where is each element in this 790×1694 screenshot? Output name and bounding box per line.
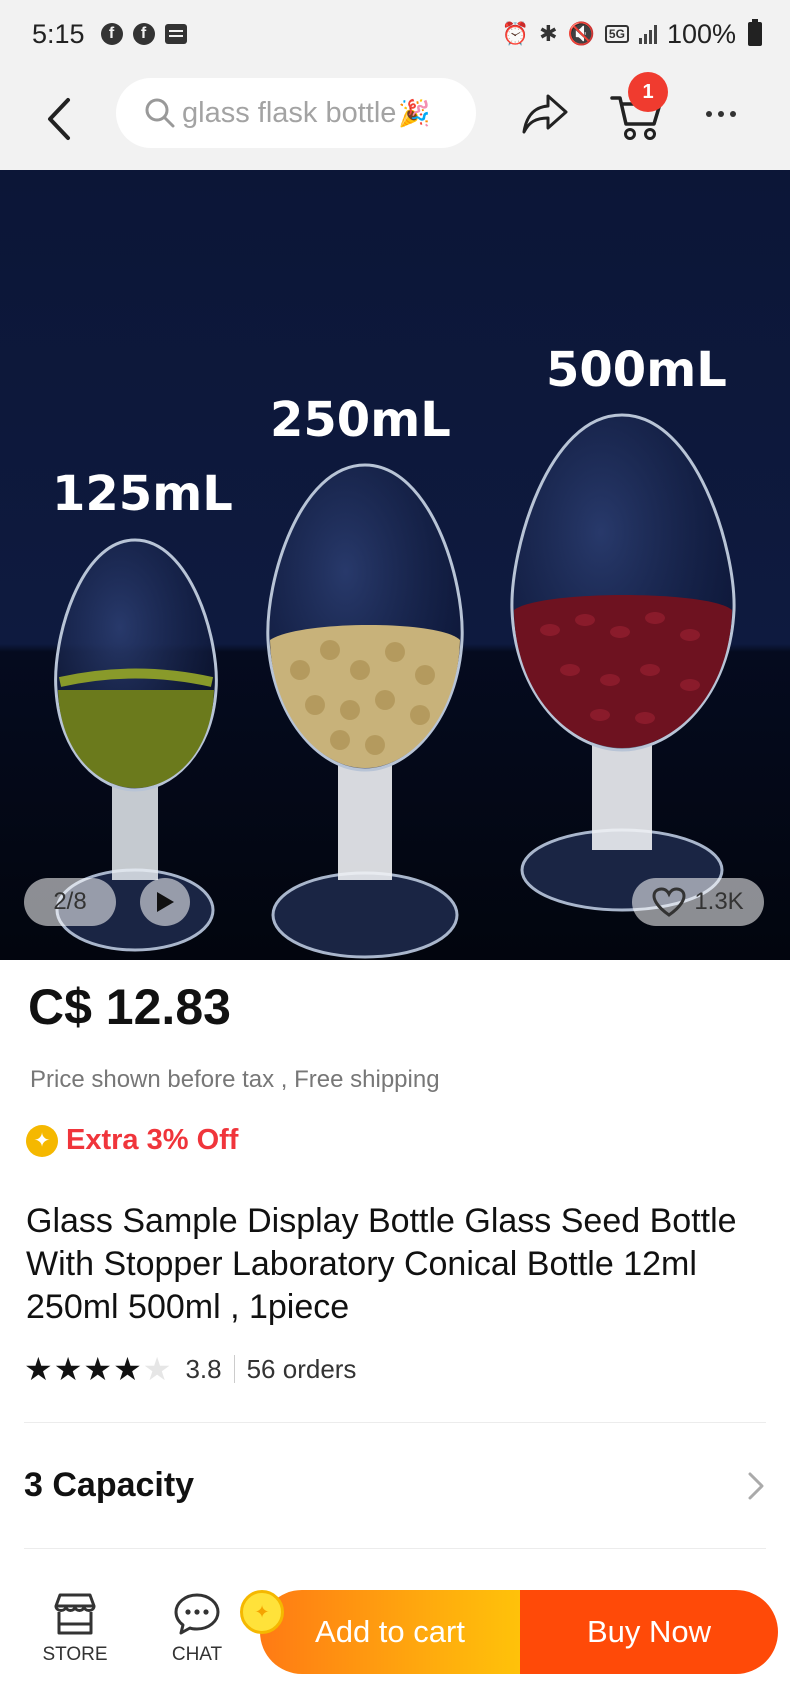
more-dot-icon (706, 111, 712, 117)
chat-label: CHAT (171, 1644, 223, 1665)
divider (24, 1422, 766, 1423)
rating-stars: ★ ★ ★ ★ ★ (24, 1353, 171, 1385)
add-to-cart-label: Add to cart (315, 1614, 465, 1649)
battery-percent: 100% (666, 18, 736, 49)
play-icon (157, 892, 174, 912)
image-counter-text: 2/8 (53, 888, 87, 915)
more-dot-icon (730, 111, 736, 117)
price-note: Price shown before tax , Free shipping (30, 1066, 440, 1093)
heart-icon (652, 887, 686, 917)
capacity-selector[interactable]: 3 Capacity (24, 1466, 766, 1505)
bottle-500ml (510, 413, 736, 912)
star-filled-icon: ★ (83, 1351, 113, 1387)
cart-count-badge: 1 (628, 72, 668, 112)
status-time: 5:15 (32, 18, 85, 49)
message-icon (164, 24, 187, 44)
chat-button[interactable]: CHAT (152, 1592, 242, 1666)
store-icon (54, 1593, 96, 1635)
share-icon (522, 94, 568, 134)
image-counter: 2/8 (24, 878, 116, 926)
chat-icon (174, 1593, 220, 1635)
bottom-action-bar: STORE CHAT Add to cart Buy Now ✦ (0, 1570, 790, 1694)
divider (24, 1548, 766, 1549)
product-image-gallery[interactable]: 125mL 250mL 500mL 2/8 1.3K (0, 170, 790, 960)
back-arrow-icon (48, 98, 70, 140)
product-price: C$ 12.83 (28, 979, 231, 1035)
alarm-icon: ⏰ (501, 21, 530, 46)
image-label: 125mL (52, 466, 233, 522)
image-label: 250mL (270, 392, 451, 448)
sparkle-coin-icon: ✦ (26, 1124, 58, 1157)
search-input[interactable]: glass flask bottle 🎉 (116, 78, 476, 148)
promo-text: Extra 3% Off (66, 1124, 239, 1156)
share-button[interactable] (520, 90, 570, 138)
divider (233, 1355, 235, 1383)
more-options-button[interactable] (706, 104, 746, 124)
star-empty-icon: ★ (142, 1351, 172, 1387)
chevron-right-icon (748, 1472, 764, 1499)
store-label: STORE (42, 1644, 108, 1665)
bottle-250ml (266, 463, 464, 959)
rating-value: 3.8 (185, 1353, 222, 1384)
promo-banner[interactable]: ✦ Extra 3% Off (26, 1124, 238, 1157)
status-bar: 5:15 f f ⏰ ✱ 🔇 5G 100% (0, 0, 790, 68)
battery-icon (748, 19, 762, 46)
bluetooth-icon: ✱ (539, 21, 558, 46)
back-button[interactable] (40, 96, 80, 142)
like-count: 1.3K (694, 888, 744, 915)
add-to-cart-button[interactable]: Add to cart (260, 1590, 520, 1674)
more-dot-icon (718, 111, 724, 117)
rating-row[interactable]: ★ ★ ★ ★ ★ 3.8 56 orders (24, 1353, 356, 1385)
play-video-button[interactable] (140, 878, 190, 926)
coin-icon: ✦ (240, 1590, 284, 1634)
capacity-label: 3 Capacity (24, 1466, 195, 1504)
buy-now-button[interactable]: Buy Now (520, 1590, 778, 1674)
buy-now-label: Buy Now (586, 1614, 712, 1649)
facebook-icon: f (100, 23, 123, 45)
product-photo (54, 413, 736, 959)
search-placeholder: glass flask bottle (182, 96, 397, 129)
search-icon (145, 98, 175, 128)
product-title: Glass Sample Display Bottle Glass Seed B… (26, 1202, 737, 1326)
mute-icon: 🔇 (567, 21, 595, 46)
store-button[interactable]: STORE (30, 1592, 120, 1666)
star-filled-icon: ★ (113, 1351, 142, 1387)
confetti-icon: 🎉 (398, 97, 431, 128)
order-count: 56 orders (246, 1353, 357, 1384)
image-label: 500mL (546, 342, 727, 398)
wishlist-button[interactable]: 1.3K (632, 878, 764, 926)
signal-icon (638, 24, 657, 44)
network-5g-icon: 5G (604, 25, 629, 43)
facebook-icon: f (132, 23, 155, 45)
top-nav: glass flask bottle 🎉 1 (0, 68, 790, 170)
star-filled-icon: ★ (24, 1351, 53, 1387)
star-filled-icon: ★ (53, 1351, 83, 1387)
